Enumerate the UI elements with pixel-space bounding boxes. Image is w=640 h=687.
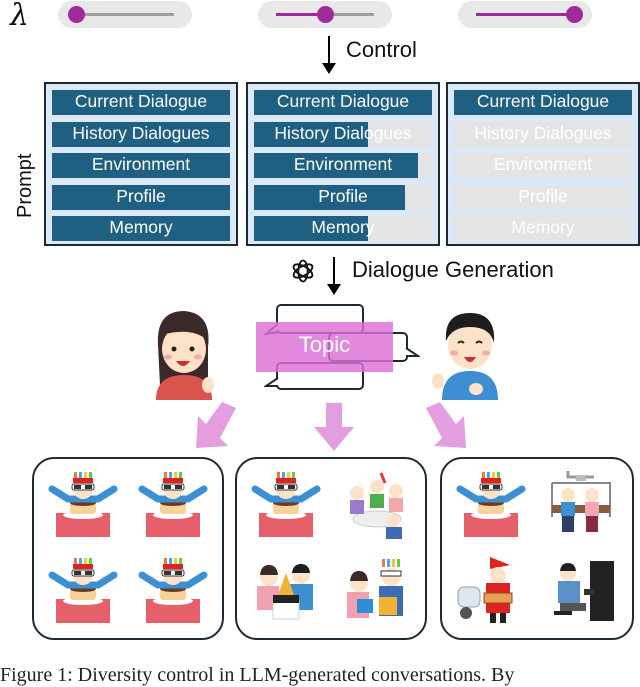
prompt-bar-label: Environment [91, 154, 191, 174]
lambda-slider-medium[interactable] [258, 1, 392, 28]
generation-label: Dialogue Generation [352, 257, 554, 282]
prompt-bar-current-dialogue: Current Dialogue [454, 90, 632, 115]
birthday-boy-illustration [48, 555, 118, 625]
prompt-bar-current-dialogue: Current Dialogue [52, 90, 230, 115]
prompt-bar-environment: Environment [52, 153, 230, 178]
figure-caption: Figure 1: Diversity control in LLM-gener… [0, 664, 515, 686]
prompt-bar-history-dialogues: History Dialogues [254, 121, 432, 147]
birthday-boy-illustration [456, 469, 526, 539]
prompt-bar-environment: Environment [454, 153, 632, 178]
birthday-cake-couple-illustration [251, 555, 321, 625]
prompt-bar-profile: Profile [454, 184, 632, 210]
slider-track [276, 6, 374, 23]
bubble-tail-bottom [264, 377, 279, 387]
prompt-panel-minimal: Current Dialogue History Dialogues Environ… [446, 82, 640, 246]
bubble-tail-middle [405, 347, 420, 357]
birthday-boy-illustration [138, 555, 208, 625]
openai-logo-icon [292, 259, 314, 283]
output-panel-medium-diversity [235, 457, 427, 640]
prompt-bar-label: History Dialogues [72, 122, 210, 143]
prompt-bar-label: History Dialogues [474, 122, 612, 143]
birthday-boy-illustration [138, 469, 208, 539]
prompt-bar-label: Memory [109, 217, 173, 237]
control-arrow-icon [322, 36, 336, 74]
slider-fill [476, 13, 574, 16]
man-speaker-illustration [432, 313, 498, 400]
prompt-bar-environment: Environment [254, 153, 432, 178]
slider-track [476, 6, 583, 23]
prompt-bar-current-dialogue: Current Dialogue [254, 90, 432, 115]
pink-arrow-left-icon [196, 402, 236, 448]
santa-pizza-delivery-illustration [456, 555, 526, 625]
prompt-bar-label: Profile [318, 185, 368, 206]
lambda-slider-low[interactable] [58, 1, 192, 28]
prompt-axis-label: Prompt [14, 153, 36, 218]
prompt-bar-label: Current Dialogue [74, 91, 208, 111]
generation-arrow-icon [327, 257, 341, 295]
prompt-bar-label: Environment [493, 154, 593, 174]
control-label: Control [346, 37, 417, 62]
prompt-bar-memory: Memory [254, 216, 432, 241]
prompt-bar-label: Environment [293, 154, 393, 174]
birthday-boy-illustration [251, 469, 321, 539]
prompt-bar-label: Current Dialogue [476, 91, 610, 111]
prompt-panel-full: Current Dialogue History Dialogues Environ… [44, 82, 238, 246]
party-group-illustration [341, 469, 411, 539]
lambda-symbol: λ [10, 0, 30, 33]
woman-speaker-illustration [156, 311, 214, 400]
prompt-bar-profile: Profile [254, 184, 432, 210]
prompt-bar-label: History Dialogues [274, 122, 412, 143]
gift-exchange-illustration [341, 555, 411, 625]
slider-knob[interactable] [566, 6, 583, 23]
prompt-bar-history-dialogues: History Dialogues [52, 121, 230, 147]
prompt-bar-profile: Profile [52, 184, 230, 210]
slider-knob[interactable] [68, 6, 85, 23]
output-panel-high-diversity [440, 457, 634, 640]
prompt-bar-label: Current Dialogue [276, 91, 410, 111]
prompt-bar-label: Profile [116, 185, 166, 206]
pink-arrow-down-icon [314, 403, 354, 451]
piano-player-illustration [546, 555, 616, 625]
prompt-bar-memory: Memory [454, 216, 632, 241]
prompt-bar-label: Memory [511, 217, 575, 237]
prompt-bar-label: Profile [518, 185, 568, 206]
prompt-bar-history-dialogues: History Dialogues [454, 121, 632, 147]
slider-track [68, 6, 174, 23]
lambda-slider-high[interactable] [458, 1, 592, 28]
prompt-bar-memory: Memory [52, 216, 230, 241]
pink-arrow-right-icon [426, 402, 466, 448]
prompt-bar-label: Memory [311, 217, 375, 237]
topic-label: Topic [298, 332, 351, 357]
ski-lift-couple-illustration [546, 469, 616, 539]
output-panel-low-diversity [32, 457, 224, 640]
birthday-boy-illustration [48, 469, 118, 539]
slider-knob[interactable] [317, 6, 334, 23]
prompt-panel-partial: Current Dialogue History Dialogues Environ… [246, 82, 440, 246]
